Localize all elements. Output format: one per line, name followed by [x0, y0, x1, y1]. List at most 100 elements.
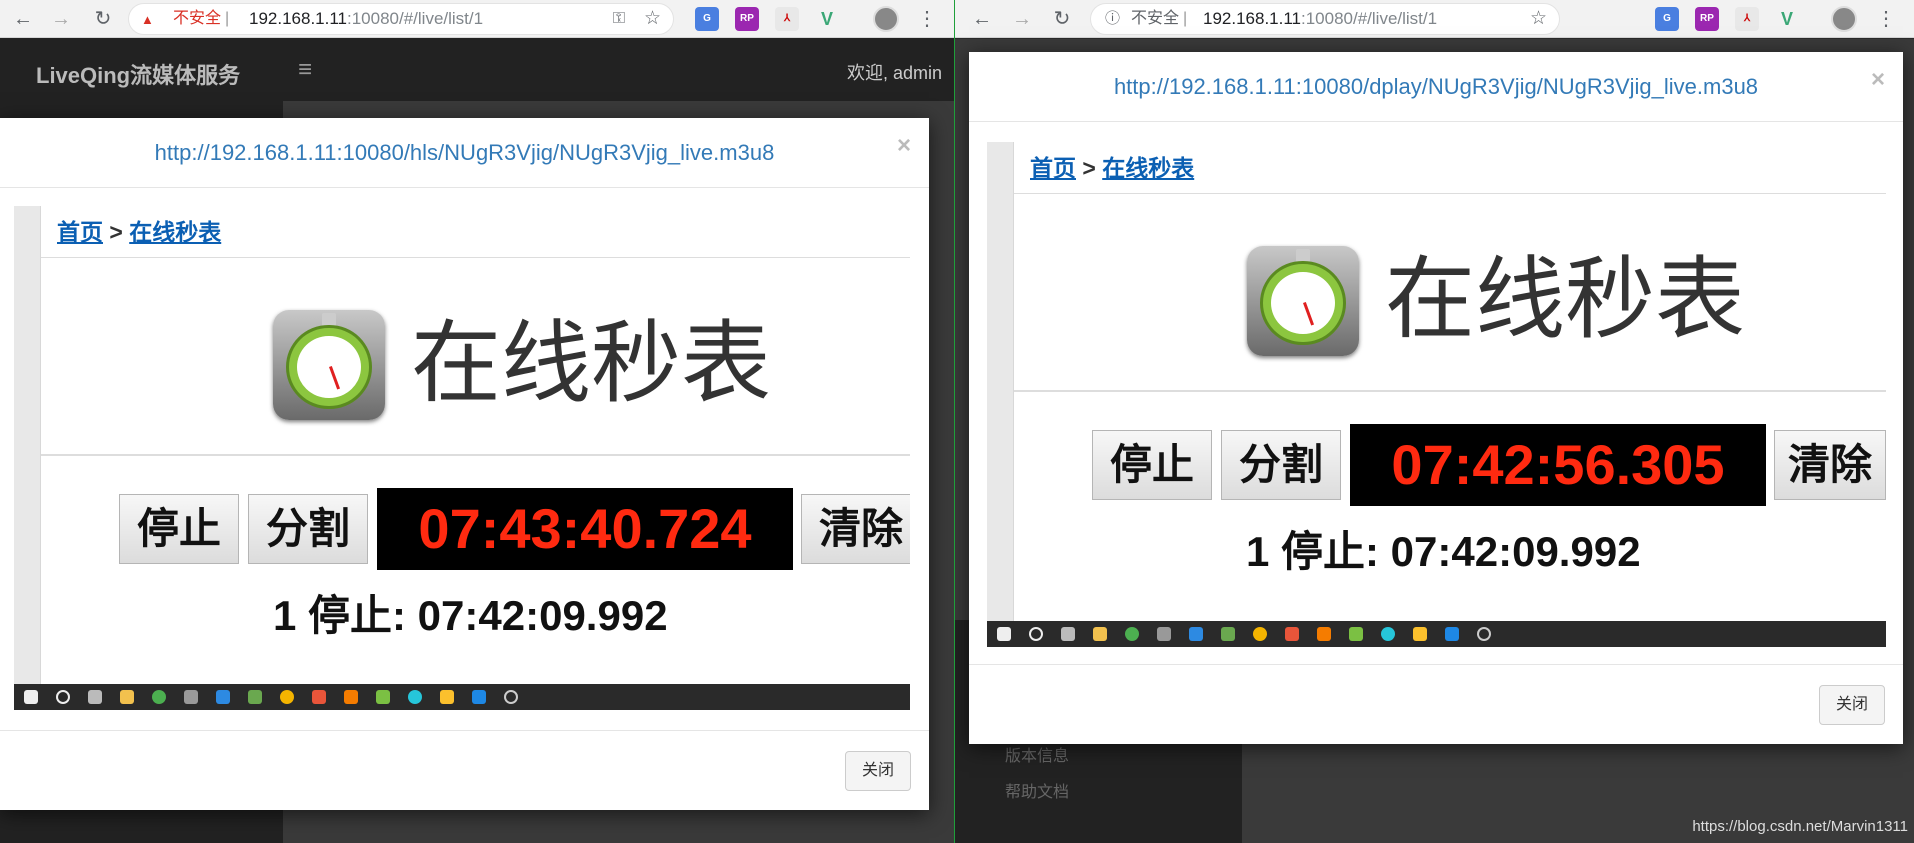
- taskbar-windows-icon: [24, 690, 38, 704]
- address-bar[interactable]: ▲ 不安全 | 192.168.1.11:10080/#/live/list/1…: [128, 3, 674, 35]
- url-path: :10080/#/live/list/1: [1301, 9, 1438, 28]
- title-divider: [41, 454, 910, 456]
- stopwatch-title: 在线秒表: [411, 311, 771, 416]
- taskbar-vscode-icon: [216, 690, 230, 704]
- taskbar-app-icon: [1477, 627, 1491, 641]
- taskbar-app-icon: [504, 690, 518, 704]
- url-host: 192.168.1.11: [249, 9, 347, 28]
- stop-button[interactable]: 停止: [119, 494, 239, 564]
- video-player[interactable]: 首页 > 在线秒表 在线秒表 停止 分割 07:42:56.305 清除 1 停…: [987, 142, 1886, 647]
- modal-header: http://192.168.1.11:10080/hls/NUgR3Vjig/…: [0, 118, 929, 188]
- menu-dots-icon[interactable]: ⋮: [917, 4, 937, 34]
- reload-icon[interactable]: ↻: [88, 4, 118, 34]
- video-player[interactable]: 首页 > 在线秒表 在线秒表 停止 分割 07:43:40.724 清除 1 停…: [14, 206, 910, 710]
- pdf-extension-icon[interactable]: ⅄: [1735, 7, 1759, 31]
- close-button[interactable]: 关闭: [1819, 685, 1885, 725]
- taskbar-chrome-icon: [1253, 627, 1267, 641]
- modal-footer: 关闭: [969, 664, 1903, 744]
- pdf-extension-icon[interactable]: ⅄: [775, 7, 799, 31]
- logo-hand: [328, 366, 340, 390]
- rp-extension-icon[interactable]: RP: [1695, 7, 1719, 31]
- bookmark-star-icon[interactable]: ☆: [644, 4, 661, 34]
- url-host: 192.168.1.11: [1203, 9, 1301, 28]
- taskbar-taskview-icon: [1061, 627, 1075, 641]
- forward-icon[interactable]: →: [46, 4, 76, 34]
- profile-avatar[interactable]: [1831, 6, 1857, 32]
- back-icon[interactable]: ←: [8, 4, 38, 34]
- taskbar-folder-icon: [1093, 627, 1107, 641]
- video-modal: http://192.168.1.11:10080/hls/NUgR3Vjig/…: [0, 118, 929, 810]
- modal-title: http://192.168.1.11:10080/dplay/NUgR3Vji…: [1113, 74, 1759, 99]
- clear-button[interactable]: 清除: [1774, 430, 1886, 500]
- address-bar[interactable]: ⓘ 不安全 | 192.168.1.11:10080/#/live/list/1…: [1090, 3, 1560, 35]
- taskbar-chrome-icon: [280, 690, 294, 704]
- vue-devtools-icon[interactable]: V: [1775, 7, 1799, 31]
- taskbar-app-icon: [248, 690, 262, 704]
- modal-footer: 关闭: [0, 730, 929, 810]
- taskbar-windows-icon: [997, 627, 1011, 641]
- security-separator: |: [1183, 10, 1188, 27]
- split-button[interactable]: 分割: [248, 494, 368, 564]
- hamburger-icon[interactable]: ≡: [298, 56, 312, 84]
- taskbar-app-icon: [152, 690, 166, 704]
- title-divider: [1014, 390, 1886, 392]
- browser-toolbar: ← → ↻ ⓘ 不安全 | 192.168.1.11:10080/#/live/…: [955, 0, 1914, 38]
- modal-header: http://192.168.1.11:10080/dplay/NUgR3Vji…: [969, 52, 1903, 122]
- back-icon[interactable]: ←: [967, 4, 997, 34]
- app-brand[interactable]: LiveQing流媒体服务: [36, 58, 240, 90]
- modal-title: http://192.168.1.11:10080/hls/NUgR3Vjig/…: [154, 140, 775, 165]
- close-icon[interactable]: ×: [897, 132, 911, 160]
- breadcrumb-current[interactable]: 在线秒表: [129, 219, 221, 245]
- browser-toolbar: ← → ↻ ▲ 不安全 | 192.168.1.11:10080/#/live/…: [0, 0, 954, 38]
- lap-record: 1 停止: 07:42:09.992: [1246, 528, 1641, 575]
- stopwatch-page: 首页 > 在线秒表 在线秒表 停止 分割 07:42:56.305 清除 1 停…: [1013, 142, 1886, 621]
- forward-icon[interactable]: →: [1007, 4, 1037, 34]
- stop-button[interactable]: 停止: [1092, 430, 1212, 500]
- translate-extension-icon[interactable]: G: [695, 7, 719, 31]
- bookmark-star-icon[interactable]: ☆: [1530, 4, 1547, 34]
- right-browser-window: ← → ↻ ⓘ 不安全 | 192.168.1.11:10080/#/live/…: [955, 0, 1914, 843]
- clear-button[interactable]: 清除: [801, 494, 910, 564]
- left-browser-window: ← → ↻ ▲ 不安全 | 192.168.1.11:10080/#/live/…: [0, 0, 954, 843]
- timer-display: 07:43:40.724: [377, 488, 793, 570]
- taskbar-app-icon: [1381, 627, 1395, 641]
- close-icon[interactable]: ×: [1871, 66, 1885, 94]
- welcome-text[interactable]: 欢迎, admin: [847, 59, 942, 85]
- security-label: 不安全: [173, 10, 222, 27]
- security-separator: |: [225, 10, 230, 27]
- taskbar-taskview-icon: [88, 690, 102, 704]
- taskbar-search-icon: [56, 690, 70, 704]
- reload-icon[interactable]: ↻: [1047, 4, 1077, 34]
- taskbar-app-icon: [408, 690, 422, 704]
- taskbar-wechat-icon: [376, 690, 390, 704]
- warning-icon: ▲: [141, 12, 154, 27]
- profile-avatar[interactable]: [873, 6, 899, 32]
- watermark: https://blog.csdn.net/Marvin1311: [1692, 818, 1908, 835]
- taskbar-app-icon: [440, 690, 454, 704]
- logo-ring: [286, 325, 372, 409]
- breadcrumb-home[interactable]: 首页: [1030, 155, 1076, 181]
- lap-record: 1 停止: 07:42:09.992: [273, 592, 668, 639]
- breadcrumb-home[interactable]: 首页: [57, 219, 103, 245]
- menu-dots-icon[interactable]: ⋮: [1876, 4, 1896, 34]
- breadcrumb-current[interactable]: 在线秒表: [1102, 155, 1194, 181]
- translate-extension-icon[interactable]: G: [1655, 7, 1679, 31]
- taskbar-app-icon: [1221, 627, 1235, 641]
- vue-devtools-icon[interactable]: V: [815, 7, 839, 31]
- split-button[interactable]: 分割: [1221, 430, 1341, 500]
- url-text: 192.168.1.11:10080/#/live/list/1: [249, 4, 483, 34]
- sidebar-item-version[interactable]: 版本信息: [1005, 742, 1069, 766]
- stopwatch-title: 在线秒表: [1385, 247, 1745, 352]
- taskbar-vscode-icon: [1189, 627, 1203, 641]
- close-button[interactable]: 关闭: [845, 751, 911, 791]
- taskbar-vlc-icon: [344, 690, 358, 704]
- taskbar-app-icon: [1445, 627, 1459, 641]
- taskbar-app-icon: [1285, 627, 1299, 641]
- taskbar-app-icon: [1157, 627, 1171, 641]
- url-text: 192.168.1.11:10080/#/live/list/1: [1203, 4, 1437, 34]
- rp-extension-icon[interactable]: RP: [735, 7, 759, 31]
- key-icon[interactable]: ⚿: [613, 4, 625, 34]
- taskbar-search-icon: [1029, 627, 1043, 641]
- sidebar-item-help[interactable]: 帮助文档: [1005, 778, 1069, 802]
- breadcrumb-separator: >: [109, 219, 123, 245]
